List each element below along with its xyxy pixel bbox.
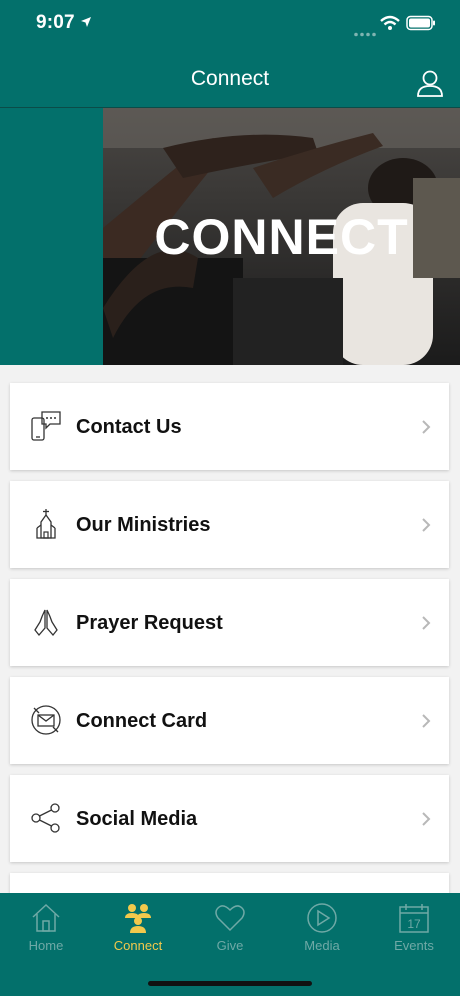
tab-media[interactable]: Media <box>276 893 368 963</box>
tab-label: Home <box>28 938 64 953</box>
chevron-right-icon <box>420 615 432 636</box>
list-item-connect-card[interactable]: Connect Card <box>10 677 449 764</box>
hero-title: CONNECT <box>154 209 409 265</box>
nav-bar: Connect <box>0 50 460 108</box>
tab-label: Connect <box>113 938 163 953</box>
list-item-label: Prayer Request <box>76 612 223 634</box>
tab-home[interactable]: Home <box>0 893 92 963</box>
tab-label: Events <box>394 938 434 953</box>
wifi-icon <box>380 15 400 36</box>
battery-icon <box>406 15 436 36</box>
location-arrow-icon <box>80 15 92 33</box>
chevron-right-icon <box>420 811 432 832</box>
signal-icon <box>354 24 376 42</box>
list-item-social-media[interactable]: Social Media <box>10 775 449 862</box>
share-icon <box>30 802 62 834</box>
profile-icon[interactable] <box>416 69 444 102</box>
list-item-label: Social Media <box>76 808 198 830</box>
list-item-contact-us[interactable]: Contact Us <box>10 383 449 470</box>
status-bar: 9:07 <box>0 0 460 50</box>
chevron-right-icon <box>420 419 432 440</box>
home-indicator[interactable] <box>148 981 312 986</box>
envelope-icon <box>30 704 62 736</box>
heart-icon <box>214 902 246 934</box>
chevron-right-icon <box>420 517 432 538</box>
status-time: 9:07 <box>36 12 75 33</box>
praying-hands-icon <box>30 606 62 638</box>
tab-connect[interactable]: Connect <box>92 893 184 963</box>
list-item-our-ministries[interactable]: Our Ministries <box>10 481 449 568</box>
tab-give[interactable]: Give <box>184 893 276 963</box>
tab-label: Media <box>304 938 340 953</box>
list-item-label: Our Ministries <box>76 514 211 536</box>
people-icon <box>122 902 154 934</box>
chevron-right-icon <box>420 713 432 734</box>
phone-chat-icon <box>30 410 62 442</box>
list-item-label: Connect Card <box>76 710 208 732</box>
tab-events[interactable]: 17 Events <box>368 893 460 963</box>
list-item-prayer-request[interactable]: Prayer Request <box>10 579 449 666</box>
calendar-day: 17 <box>407 917 421 931</box>
home-icon <box>30 902 62 934</box>
church-icon <box>30 508 62 540</box>
tab-label: Give <box>216 938 244 953</box>
calendar-icon: 17 <box>398 902 430 934</box>
page-title: Connect <box>190 67 270 90</box>
hero-banner: CONNECT <box>0 108 460 365</box>
play-icon <box>306 902 338 934</box>
list-item-label: Contact Us <box>76 416 182 438</box>
